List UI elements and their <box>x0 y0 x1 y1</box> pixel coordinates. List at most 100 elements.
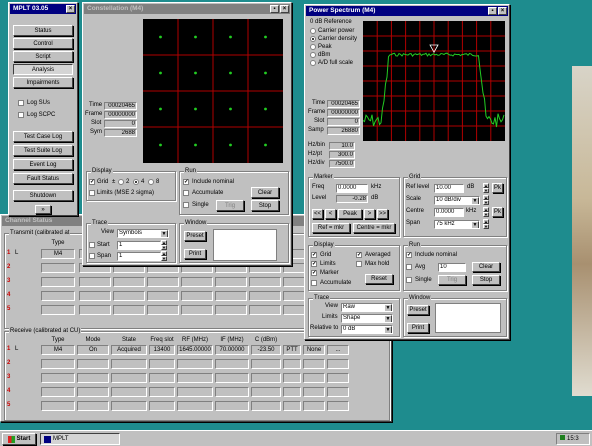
grid-radio-8[interactable] <box>148 179 154 185</box>
close-icon[interactable]: × <box>280 5 289 13</box>
grid-radio-2[interactable] <box>118 179 124 185</box>
rx-cell[interactable] <box>111 401 147 411</box>
rx-cell[interactable] <box>77 387 109 397</box>
ref-radio-4[interactable] <box>310 60 316 66</box>
disp-marker-checkbox[interactable]: ✓ <box>311 270 317 276</box>
rx-cell[interactable] <box>111 387 147 397</box>
tx-type-cell[interactable] <box>41 291 75 301</box>
rx-cell[interactable] <box>327 359 349 369</box>
control-button[interactable]: Control <box>13 38 73 49</box>
analysis-button[interactable]: Analysis <box>13 64 73 75</box>
peak-button[interactable]: Peak <box>338 209 362 219</box>
event-log-button[interactable]: Event Log <box>13 159 73 170</box>
rx-cell[interactable] <box>283 373 301 383</box>
rx-cell[interactable] <box>215 401 249 411</box>
span-spinner[interactable]: ▲ ▼ <box>483 219 489 229</box>
rx-cell[interactable]: None <box>303 345 325 355</box>
clear-button[interactable]: Clear <box>251 187 279 198</box>
relto-select[interactable]: 0 dB ▼ <box>341 325 393 334</box>
rx-cell[interactable]: M4 <box>41 345 75 355</box>
start-checkbox[interactable] <box>89 242 95 248</box>
freq-input[interactable]: 0.0000 <box>336 184 368 193</box>
taskbar-mplt-button[interactable]: MPLT <box>40 433 120 445</box>
rx-cell[interactable]: PTT <box>283 345 301 355</box>
marker-prev-button[interactable]: < <box>325 209 336 219</box>
rx-cell[interactable] <box>215 359 249 369</box>
test-suite-log-button[interactable]: Test Suite Log <box>13 145 73 156</box>
close-icon[interactable]: × <box>66 5 75 13</box>
rx-cell[interactable] <box>303 401 325 411</box>
tx-cell[interactable] <box>215 305 247 315</box>
avg-input[interactable]: 10 <box>438 263 466 272</box>
status-button[interactable]: Status <box>13 25 73 36</box>
rx-cell[interactable] <box>283 359 301 369</box>
tx-cell[interactable] <box>181 277 213 287</box>
disp-grid-checkbox[interactable]: ✓ <box>311 252 317 258</box>
single-checkbox[interactable] <box>183 202 189 208</box>
rx-cell[interactable]: Acquired <box>111 345 147 355</box>
maxhold-checkbox[interactable] <box>356 261 362 267</box>
averaged-checkbox[interactable]: ✓ <box>356 252 362 258</box>
log-sus-checkbox[interactable] <box>18 100 24 106</box>
rx-cell[interactable] <box>41 387 75 397</box>
rx-cell[interactable] <box>303 359 325 369</box>
maximize-icon[interactable]: ▪ <box>488 7 497 15</box>
log-scpc-checkbox[interactable] <box>18 112 24 118</box>
preset-button[interactable]: Preset <box>184 231 206 241</box>
tx-cell[interactable] <box>215 291 247 301</box>
rx-cell[interactable] <box>327 387 349 397</box>
spec-include-nominal-checkbox[interactable]: ✓ <box>406 252 412 258</box>
spec-limits-select[interactable]: Shape ▼ <box>341 314 393 323</box>
rx-cell[interactable]: 70.00000 <box>215 345 249 355</box>
trig-button[interactable]: Trig <box>216 200 244 211</box>
tx-cell[interactable] <box>79 291 111 301</box>
reset-button[interactable]: Reset <box>365 274 393 284</box>
rx-cell[interactable] <box>149 359 175 369</box>
reflevel-input[interactable]: 10.00 <box>434 184 464 193</box>
spec-trig-button[interactable]: Trig <box>438 275 466 285</box>
avg-checkbox[interactable] <box>406 264 412 270</box>
tx-cell[interactable] <box>147 305 179 315</box>
spin-down-icon[interactable]: ▼ <box>161 245 167 250</box>
tx-cell[interactable] <box>181 291 213 301</box>
tx-cell[interactable] <box>113 305 145 315</box>
print-button[interactable]: Print <box>184 249 206 259</box>
centre-input[interactable]: 0.0000 <box>434 208 464 217</box>
start-input[interactable]: 1 <box>117 241 161 250</box>
spec-single-checkbox[interactable] <box>406 277 412 283</box>
rx-cell[interactable] <box>111 359 147 369</box>
accumulate-checkbox[interactable] <box>183 190 189 196</box>
span-spinner[interactable]: ▲ ▼ <box>161 251 167 261</box>
rx-cell[interactable] <box>149 387 175 397</box>
tx-cell[interactable] <box>249 305 281 315</box>
spin-down-icon[interactable]: ▼ <box>483 212 489 217</box>
ref-radio-1[interactable] <box>310 36 316 42</box>
spec-clear-button[interactable]: Clear <box>472 262 500 272</box>
ref-radio-3[interactable] <box>310 52 316 58</box>
spin-down-icon[interactable]: ▼ <box>161 256 167 261</box>
tx-type-cell[interactable] <box>41 305 75 315</box>
rx-cell[interactable] <box>177 359 213 369</box>
rx-cell[interactable] <box>41 401 75 411</box>
ref-radio-0[interactable] <box>310 28 316 34</box>
tx-cell[interactable] <box>147 277 179 287</box>
rx-cell[interactable] <box>215 373 249 383</box>
stop-button[interactable]: Stop <box>251 200 279 211</box>
scale-select[interactable]: 10 dB/div ▼ <box>434 196 480 205</box>
marker-next-button[interactable]: > <box>364 209 375 219</box>
limits-checkbox[interactable] <box>89 190 95 196</box>
span-select[interactable]: 75 kHz ▼ <box>434 220 480 229</box>
view-select[interactable]: Symbols ▼ <box>117 229 169 238</box>
impairments-button[interactable]: Impairments <box>13 77 73 88</box>
tx-cell[interactable] <box>113 277 145 287</box>
script-button[interactable]: Script <box>13 51 73 62</box>
scroll-right-button[interactable]: » <box>35 205 51 214</box>
tx-type-cell[interactable] <box>41 277 75 287</box>
centre-spinner[interactable]: ▲ ▼ <box>483 207 489 217</box>
tx-type-cell[interactable] <box>41 263 75 273</box>
include-nominal-checkbox[interactable]: ✓ <box>183 179 189 185</box>
rx-cell[interactable] <box>251 401 281 411</box>
spec-preset-button[interactable]: Preset <box>407 305 429 315</box>
close-icon[interactable]: × <box>498 7 507 15</box>
tx-cell[interactable] <box>79 277 111 287</box>
